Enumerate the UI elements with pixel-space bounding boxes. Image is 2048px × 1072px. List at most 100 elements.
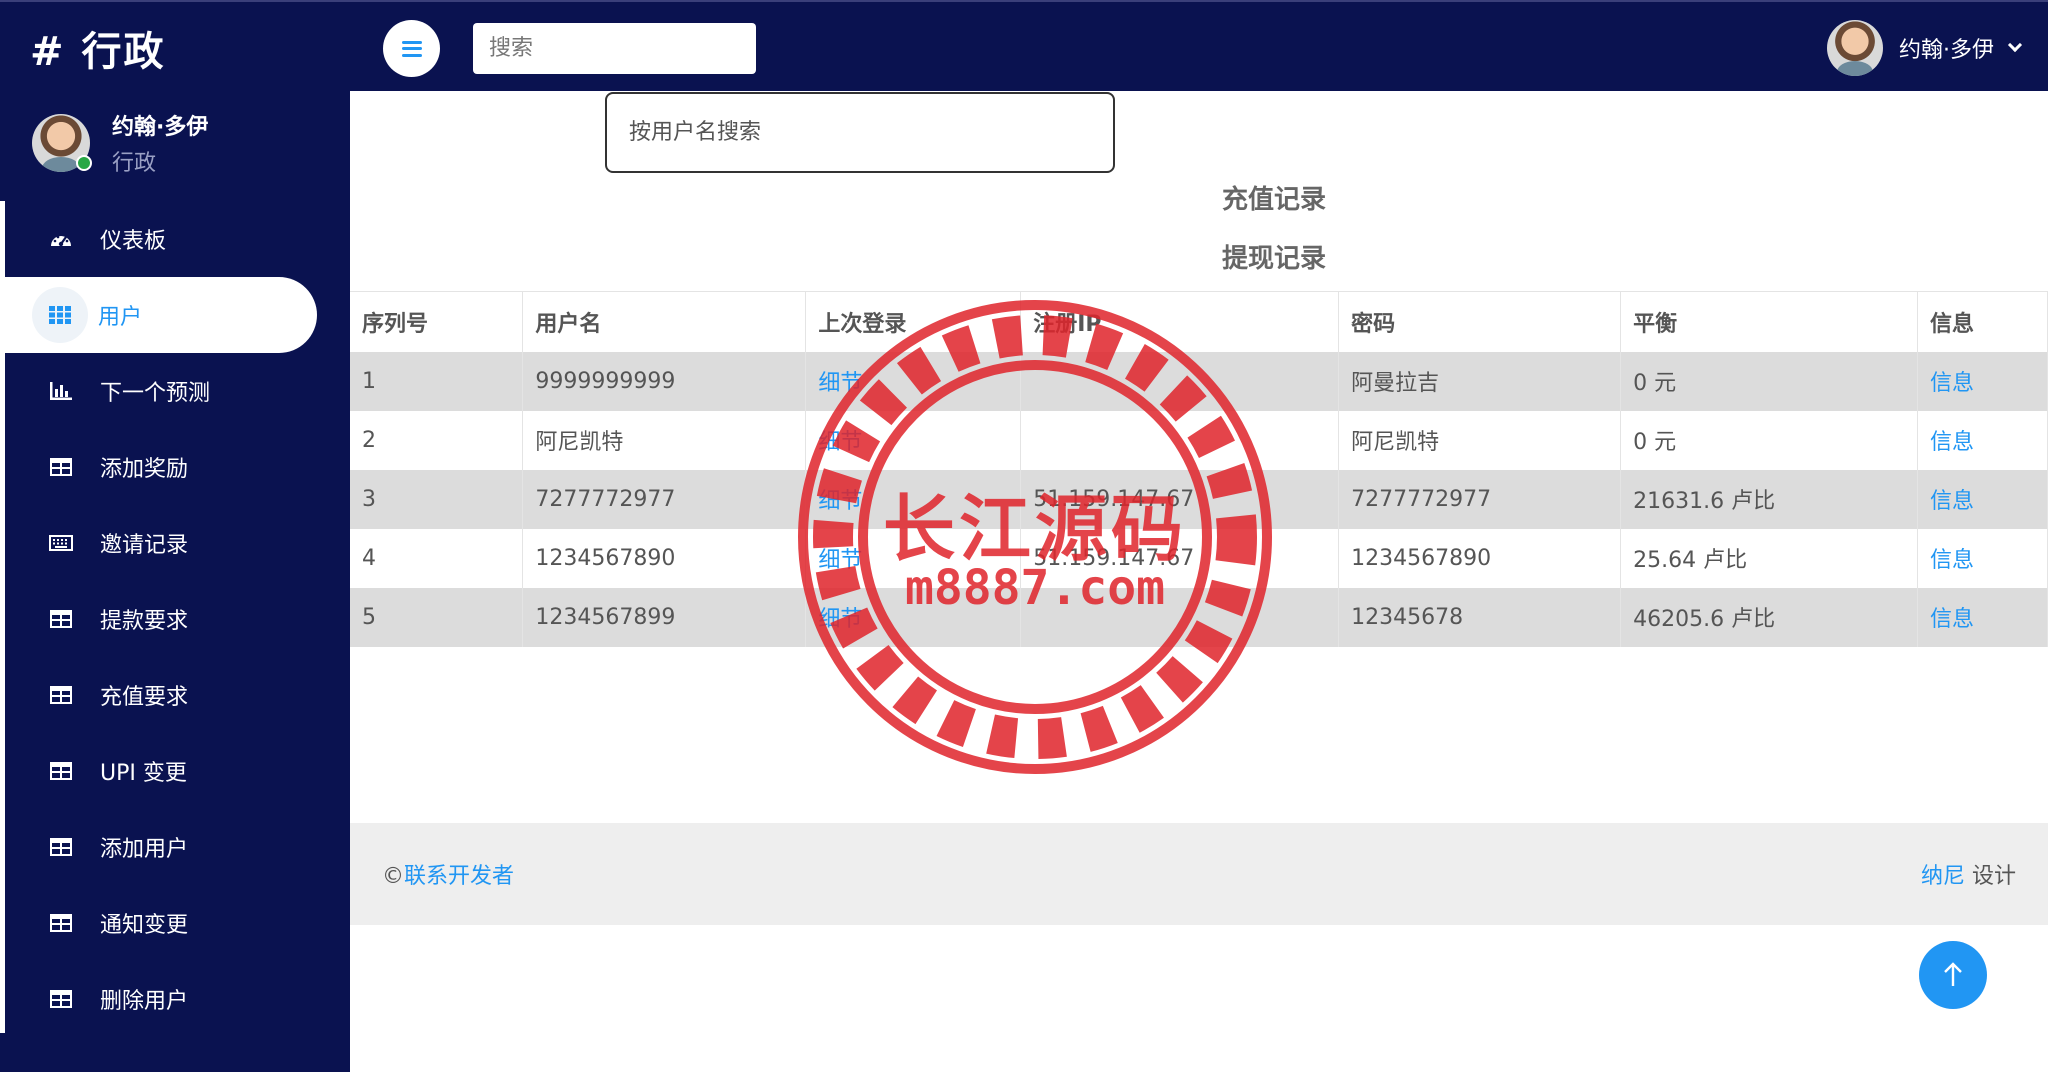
menu-toggle-button[interactable] bbox=[383, 20, 440, 77]
sidebar-item-notification-change[interactable]: 通知变更 bbox=[0, 885, 350, 961]
column-header: 平衡 bbox=[1620, 291, 1918, 352]
cell-balance: 0 元 bbox=[1620, 351, 1918, 411]
table-icon bbox=[48, 685, 74, 705]
withdraw-records-link[interactable]: 提现记录 bbox=[1222, 238, 1326, 275]
sidebar-item-invite-records[interactable]: 邀请记录 bbox=[0, 505, 350, 581]
cell-info: 信息 bbox=[1917, 587, 2048, 647]
sidebar: 约翰·多伊 行政 仪表板 用户 下一个预测 添加奖励 邀请记录 提款要求 充值要… bbox=[0, 91, 350, 1072]
cell-serial: 4 bbox=[350, 528, 524, 588]
cell-last-login: 细节 bbox=[805, 528, 1022, 588]
arrow-up-icon bbox=[1944, 962, 1962, 986]
contact-developer-link[interactable]: 联系开发者 bbox=[404, 864, 514, 889]
sidebar-item-label: 添加奖励 bbox=[100, 457, 189, 482]
cell-last-login: 细节 bbox=[805, 469, 1022, 529]
info-link[interactable]: 信息 bbox=[1930, 548, 1974, 573]
recharge-records-link[interactable]: 充值记录 bbox=[1222, 179, 1326, 216]
sidebar-item-users[interactable]: 用户 bbox=[5, 277, 317, 353]
grid-icon bbox=[32, 287, 88, 343]
recharge-records-link-row: 充值记录 bbox=[350, 179, 2048, 216]
cell-last-login: 细节 bbox=[805, 351, 1022, 411]
cell-info: 信息 bbox=[1917, 469, 2048, 529]
table-icon bbox=[48, 761, 74, 781]
sidebar-item-next-prediction[interactable]: 下一个预测 bbox=[0, 353, 350, 429]
cell-username: 阿尼凯特 bbox=[522, 410, 807, 470]
top-bar: # 行政 约翰·多伊 bbox=[0, 0, 2048, 91]
back-to-top-button[interactable] bbox=[1919, 941, 1987, 1009]
cell-username: 1234567899 bbox=[522, 587, 807, 647]
sidebar-user-name: 约翰·多伊 bbox=[112, 115, 209, 140]
footer-copyright: ©联系开发者 bbox=[382, 858, 514, 890]
cell-reg-ip bbox=[1020, 587, 1340, 647]
sidebar-item-label: UPI 变更 bbox=[100, 761, 187, 786]
cell-password: 阿尼凯特 bbox=[1338, 410, 1622, 470]
admin-page: # 行政 约翰·多伊 约翰·多伊 行政 仪表板 bbox=[0, 0, 2048, 1072]
hamburger-icon bbox=[401, 40, 422, 57]
sidebar-item-label: 用户 bbox=[98, 305, 143, 330]
details-link[interactable]: 细节 bbox=[818, 548, 862, 573]
cell-password: 12345678 bbox=[1338, 587, 1622, 647]
dashboard-icon bbox=[48, 229, 74, 249]
info-link[interactable]: 信息 bbox=[1930, 430, 1974, 455]
brand-title[interactable]: # 行政 bbox=[30, 20, 165, 76]
withdraw-records-link-row: 提现记录 bbox=[350, 238, 2048, 275]
sidebar-item-label: 充值要求 bbox=[100, 685, 189, 710]
top-search-input[interactable] bbox=[473, 23, 756, 74]
details-link[interactable]: 细节 bbox=[818, 607, 862, 632]
cell-reg-ip bbox=[1020, 410, 1340, 470]
details-link[interactable]: 细节 bbox=[818, 371, 862, 396]
info-link[interactable]: 信息 bbox=[1930, 607, 1974, 632]
details-link[interactable]: 细节 bbox=[818, 489, 862, 514]
sidebar-item-withdraw-requests[interactable]: 提款要求 bbox=[0, 581, 350, 657]
cell-password: 阿曼拉吉 bbox=[1338, 351, 1622, 411]
username-search-input[interactable] bbox=[605, 92, 1115, 173]
designer-link[interactable]: 纳尼 bbox=[1921, 864, 1965, 889]
sidebar-item-label: 通知变更 bbox=[100, 913, 189, 938]
cell-balance: 46205.6 卢比 bbox=[1620, 587, 1918, 647]
sidebar-item-delete-user[interactable]: 删除用户 bbox=[0, 961, 350, 1037]
info-link[interactable]: 信息 bbox=[1930, 489, 1974, 514]
table-row: 4 1234567890 细节 51.159.147.67 1234567890… bbox=[350, 528, 2048, 588]
sidebar-item-recharge-requests[interactable]: 充值要求 bbox=[0, 657, 350, 733]
sidebar-item-upi-change[interactable]: UPI 变更 bbox=[0, 733, 350, 809]
table-icon bbox=[48, 609, 74, 629]
cell-username: 7277772977 bbox=[522, 469, 807, 529]
column-header: 上次登录 bbox=[805, 291, 1022, 352]
column-header: 序列号 bbox=[350, 291, 524, 352]
sidebar-item-label: 添加用户 bbox=[100, 837, 189, 862]
cell-last-login: 细节 bbox=[805, 587, 1022, 647]
user-menu[interactable]: 约翰·多伊 bbox=[1827, 18, 2023, 78]
table-header-row: 序列号 用户名 上次登录 注册IP 密码 平衡 信息 bbox=[350, 291, 2048, 352]
cell-reg-ip: 51.159.147.67 bbox=[1020, 528, 1340, 588]
main-content: 充值记录 提现记录 序列号 用户名 上次登录 注册IP 密码 平衡 bbox=[350, 91, 2048, 1072]
table-icon bbox=[48, 989, 74, 1009]
sidebar-item-label: 仪表板 bbox=[100, 229, 167, 254]
chevron-down-icon bbox=[2007, 37, 2023, 53]
sidebar-profile: 约翰·多伊 行政 bbox=[32, 109, 208, 177]
sidebar-user-role: 行政 bbox=[112, 151, 157, 176]
cell-balance: 25.64 卢比 bbox=[1620, 528, 1918, 588]
sidebar-item-label: 删除用户 bbox=[100, 989, 189, 1014]
table-row: 2 阿尼凯特 细节 阿尼凯特 0 元 信息 bbox=[350, 410, 2048, 470]
cell-info: 信息 bbox=[1917, 410, 2048, 470]
cell-serial: 2 bbox=[350, 410, 524, 470]
sidebar-item-add-reward[interactable]: 添加奖励 bbox=[0, 429, 350, 505]
cell-info: 信息 bbox=[1917, 528, 2048, 588]
keyboard-icon bbox=[48, 533, 74, 553]
cell-balance: 21631.6 卢比 bbox=[1620, 469, 1918, 529]
copyright-symbol: © bbox=[382, 864, 404, 889]
sidebar-nav: 仪表板 用户 下一个预测 添加奖励 邀请记录 提款要求 充值要求 UPI 变更 … bbox=[0, 201, 350, 1037]
sidebar-item-add-user[interactable]: 添加用户 bbox=[0, 809, 350, 885]
column-header: 用户名 bbox=[522, 291, 807, 352]
details-link[interactable]: 细节 bbox=[818, 430, 862, 455]
cell-last-login: 细节 bbox=[805, 410, 1022, 470]
cell-reg-ip bbox=[1020, 351, 1340, 411]
footer-credit: 纳尼 设计 bbox=[1921, 858, 2016, 890]
users-table: 序列号 用户名 上次登录 注册IP 密码 平衡 信息 1 9999999999 … bbox=[350, 291, 2048, 647]
info-link[interactable]: 信息 bbox=[1930, 371, 1974, 396]
footer: ©联系开发者 纳尼 设计 bbox=[350, 823, 2048, 925]
sidebar-item-dashboard[interactable]: 仪表板 bbox=[0, 201, 350, 277]
cell-serial: 1 bbox=[350, 351, 524, 411]
column-header: 密码 bbox=[1338, 291, 1622, 352]
sidebar-item-label: 提款要求 bbox=[100, 609, 189, 634]
users-table-container: 序列号 用户名 上次登录 注册IP 密码 平衡 信息 1 9999999999 … bbox=[350, 291, 2048, 647]
